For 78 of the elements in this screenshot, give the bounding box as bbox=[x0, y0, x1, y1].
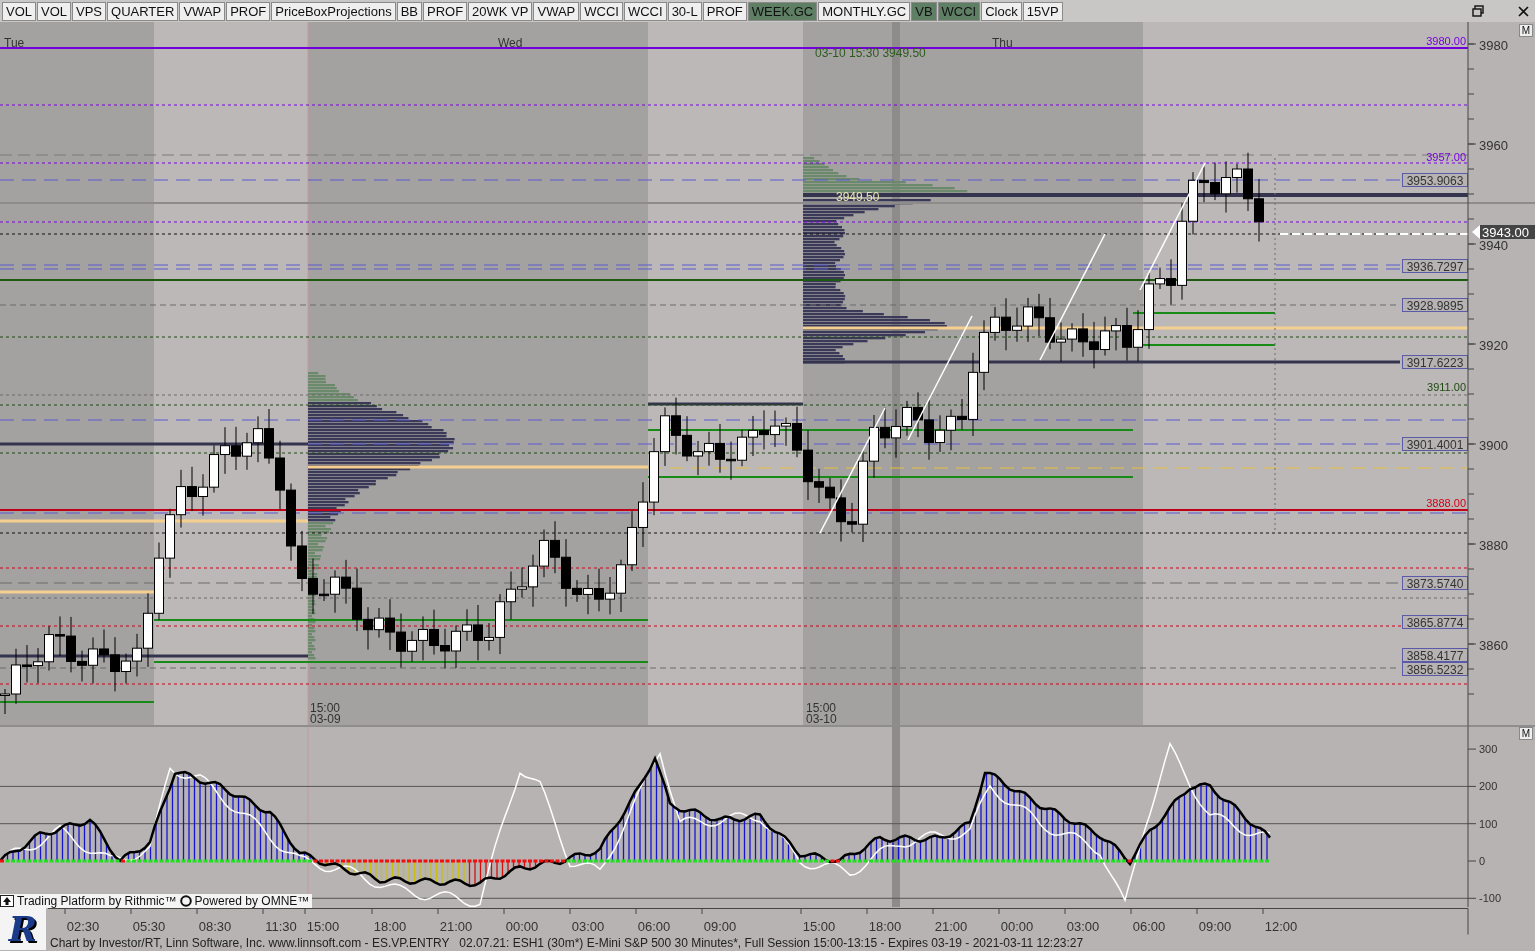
toolbar-button[interactable]: QUARTER bbox=[107, 1, 179, 21]
time-label: 12:00 bbox=[1264, 919, 1298, 934]
axis-label: 3980 bbox=[1479, 38, 1508, 53]
toolbar-button[interactable]: WCCI bbox=[580, 1, 623, 21]
brand-text: Trading Platform by Rithmic™ bbox=[17, 894, 177, 908]
level-label: 3888.00 bbox=[1426, 497, 1466, 509]
axis-label: 3920 bbox=[1479, 338, 1508, 353]
time-label: 18:00 bbox=[868, 919, 902, 934]
time-label: 15:00 bbox=[802, 919, 836, 934]
menu-button[interactable]: M bbox=[1519, 24, 1533, 37]
toolbar-button[interactable]: VPS bbox=[72, 1, 107, 21]
time-label: 08:30 bbox=[198, 919, 232, 934]
toolbar-button[interactable]: PROF bbox=[702, 1, 747, 21]
level-label: 3953.9063 bbox=[1402, 173, 1468, 188]
time-label: 21:00 bbox=[934, 919, 968, 934]
time-label: 21:00 bbox=[439, 919, 473, 934]
session-label: 15:00 03-09 bbox=[310, 701, 341, 726]
toolbar-button[interactable]: VWAP bbox=[533, 1, 580, 21]
time-label: 02:30 bbox=[66, 919, 100, 934]
current-price-label: 3943.00 bbox=[1472, 225, 1535, 240]
axis-label: 0 bbox=[1479, 855, 1486, 867]
session-label: 15:00 03-10 bbox=[806, 701, 837, 726]
time-label: 05:30 bbox=[132, 919, 166, 934]
toolbar-button[interactable]: 15VP bbox=[1022, 1, 1063, 21]
time-label: 00:00 bbox=[1000, 919, 1034, 934]
toolbar-button[interactable]: VB bbox=[911, 1, 937, 21]
toolbar-button[interactable]: MONTHLY.GC bbox=[818, 1, 911, 21]
toolbar-button[interactable]: PROF bbox=[226, 1, 271, 21]
menu-button[interactable]: M bbox=[1519, 727, 1533, 740]
toolbar-button[interactable]: WEEK.GC bbox=[747, 1, 818, 21]
toolbar-button[interactable]: PriceBoxProjections bbox=[271, 1, 396, 21]
brand-text: Powered by OMNE™ bbox=[194, 894, 310, 908]
toolbar-button[interactable]: 30-L bbox=[667, 1, 702, 21]
toolbar-button[interactable]: WCCI bbox=[937, 1, 981, 21]
axis-label: 3900 bbox=[1479, 438, 1508, 453]
level-label: 3911.00 bbox=[1427, 381, 1466, 393]
level-label: 3865.8774 bbox=[1402, 615, 1468, 630]
day-label: Wed bbox=[498, 36, 523, 50]
day-label: Tue bbox=[4, 36, 25, 50]
crosshair-label: 03-10 15:30 3949.50 bbox=[815, 46, 926, 60]
level-label: 3856.5232 bbox=[1402, 662, 1468, 677]
axis-label: 200 bbox=[1479, 780, 1498, 793]
status-text: Chart by Investor/RT, Linn Software, Inc. www.linnsoft.com - ES.VP.ENTRY 02.07.21: ESH1 (30m*) E-Mini S&P 500 30 Minutes*, Full Session 15:00-13:15 - Expires 03-19 - 2021-03-11 12:23:27 bbox=[49, 935, 1085, 951]
time-label: 03:00 bbox=[1066, 919, 1100, 934]
axis-label: 3880 bbox=[1479, 538, 1508, 553]
time-label: 15:00 bbox=[306, 919, 340, 934]
level-label: 3901.4001 bbox=[1402, 437, 1468, 452]
time-label: 03:00 bbox=[571, 919, 605, 934]
toolbar-button[interactable]: 20WK VP bbox=[468, 1, 533, 21]
toolbar-button[interactable]: WCCI bbox=[623, 1, 667, 21]
axis-label: 100 bbox=[1479, 817, 1498, 830]
level-label: 3858.4177 bbox=[1402, 648, 1468, 663]
time-label: 18:00 bbox=[373, 919, 407, 934]
level-label: 3873.5740 bbox=[1402, 576, 1468, 591]
axis-label: 3860 bbox=[1479, 638, 1508, 653]
time-label: 06:00 bbox=[637, 919, 671, 934]
level-label: 3917.6223 bbox=[1402, 355, 1468, 370]
axis-label: 3940 bbox=[1479, 238, 1508, 253]
level-label: 3928.9895 bbox=[1402, 298, 1468, 313]
level-label: 3980.00 bbox=[1426, 35, 1466, 47]
toolbar-button[interactable]: BB bbox=[396, 1, 422, 21]
time-label: 09:00 bbox=[703, 919, 737, 934]
toolbar-button[interactable]: Clock bbox=[981, 1, 1022, 21]
toolbar-button[interactable]: PROF bbox=[423, 1, 468, 21]
time-label: 06:00 bbox=[1132, 919, 1166, 934]
time-label: 09:00 bbox=[1198, 919, 1232, 934]
logo: R bbox=[0, 908, 46, 950]
toolbar-button[interactable]: VOL bbox=[37, 1, 72, 21]
day-label: Thu bbox=[992, 36, 1013, 50]
axis-label: -100 bbox=[1479, 892, 1502, 905]
toolbar-button[interactable]: VOL bbox=[2, 1, 36, 21]
level-label: 3957.00 bbox=[1426, 151, 1466, 163]
axis-label: 300 bbox=[1479, 743, 1498, 756]
level-label: 3936.7297 bbox=[1402, 259, 1468, 274]
toolbar-button[interactable]: VWAP bbox=[179, 1, 226, 21]
time-label: 11:30 bbox=[265, 919, 297, 934]
time-label: 00:00 bbox=[505, 919, 539, 934]
axis-label: 3960 bbox=[1479, 138, 1508, 153]
